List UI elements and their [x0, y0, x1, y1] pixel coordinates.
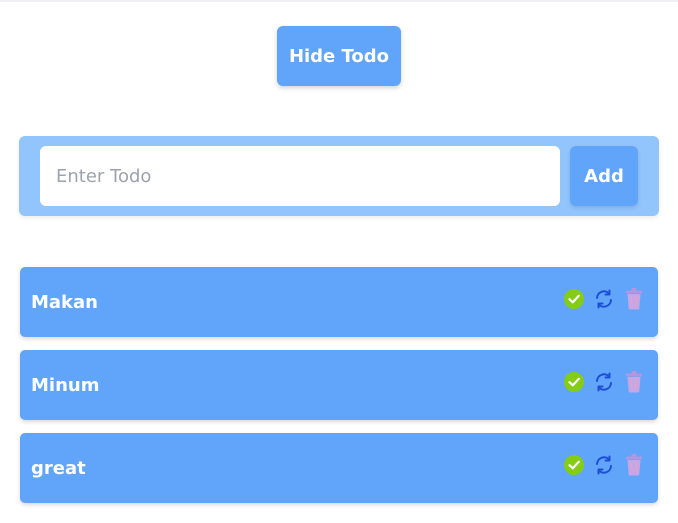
- refresh-icon[interactable]: [592, 370, 616, 394]
- todo-label: Minum: [31, 375, 100, 396]
- check-circle-icon[interactable]: [562, 287, 586, 311]
- top-divider: [0, 0, 678, 2]
- todo-actions: [562, 453, 646, 477]
- todo-label: Makan: [31, 292, 98, 313]
- todo-label: great: [31, 458, 86, 479]
- trash-icon[interactable]: [622, 287, 646, 311]
- refresh-icon[interactable]: [592, 453, 616, 477]
- refresh-icon[interactable]: [592, 287, 616, 311]
- todo-actions: [562, 287, 646, 311]
- trash-icon[interactable]: [622, 453, 646, 477]
- trash-icon[interactable]: [622, 370, 646, 394]
- check-circle-icon[interactable]: [562, 453, 586, 477]
- todo-item: Minum: [20, 350, 658, 420]
- check-circle-icon[interactable]: [562, 370, 586, 394]
- hide-todo-button[interactable]: Hide Todo: [277, 26, 401, 86]
- todo-item: Makan: [20, 267, 658, 337]
- add-button[interactable]: Add: [570, 146, 638, 206]
- todo-item: great: [20, 433, 658, 503]
- todo-input[interactable]: [40, 146, 560, 206]
- todo-list: Makan Minum great: [20, 267, 658, 516]
- todo-actions: [562, 370, 646, 394]
- todo-form: Add: [19, 136, 659, 216]
